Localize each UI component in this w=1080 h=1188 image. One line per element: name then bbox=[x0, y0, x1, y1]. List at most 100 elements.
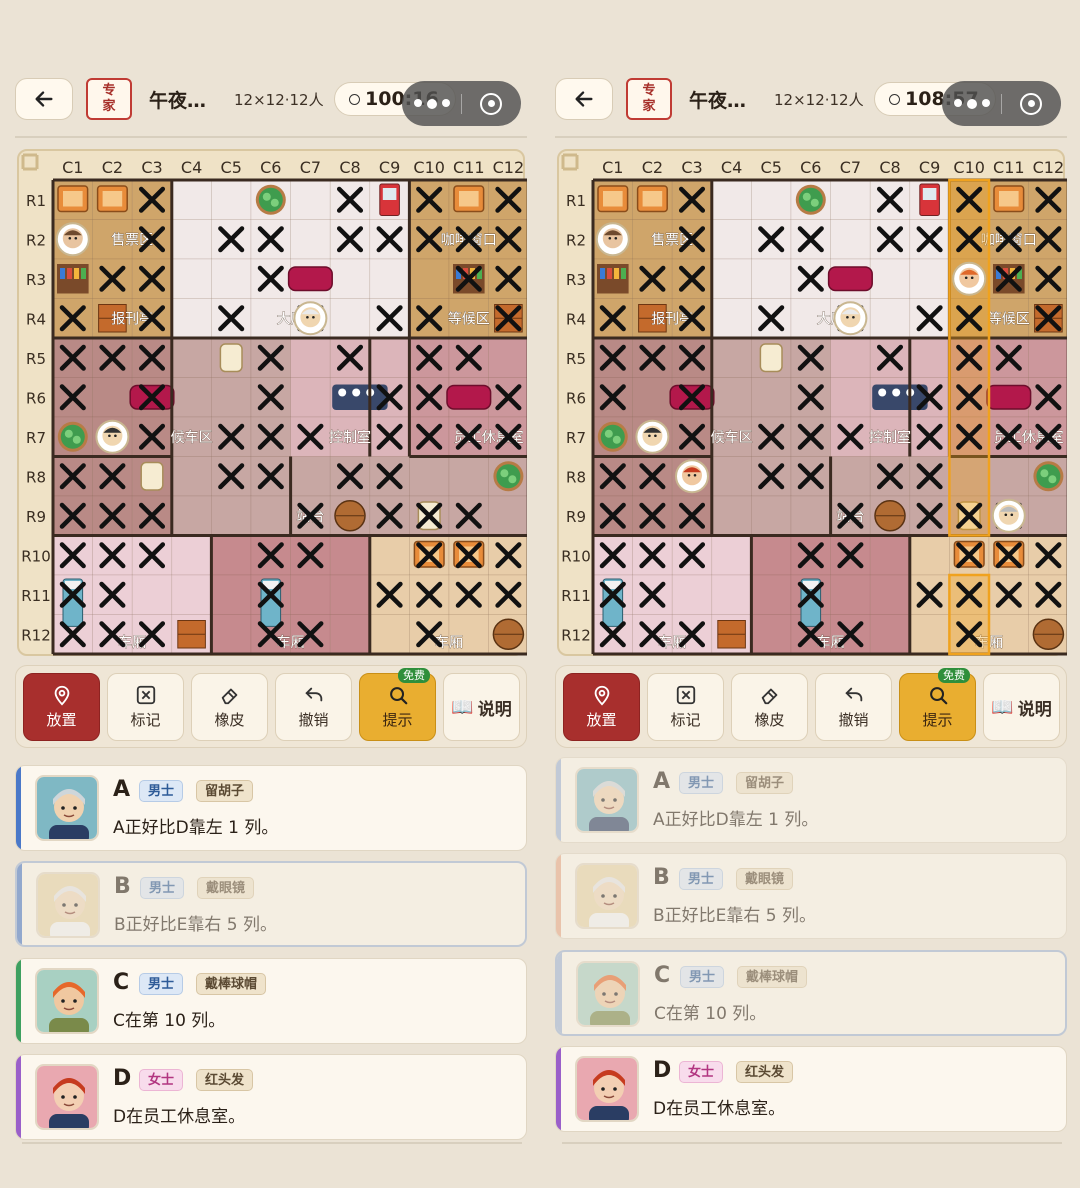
board-cell[interactable] bbox=[988, 456, 1029, 497]
person-token[interactable] bbox=[55, 222, 90, 257]
board-cell[interactable] bbox=[632, 377, 673, 418]
board-cell[interactable] bbox=[211, 574, 252, 615]
board-cell[interactable] bbox=[909, 258, 950, 299]
board-cell[interactable] bbox=[369, 614, 410, 655]
help-button[interactable]: 📖 说明 bbox=[443, 673, 520, 741]
board-cell[interactable] bbox=[830, 456, 871, 497]
board-cell[interactable] bbox=[171, 574, 212, 615]
board-cell[interactable] bbox=[171, 219, 212, 260]
hint-button[interactable]: 免费 提示 bbox=[899, 668, 976, 741]
board-cell[interactable] bbox=[290, 456, 331, 497]
eraser-button[interactable]: 橡皮 bbox=[191, 673, 268, 741]
person-token-c[interactable] bbox=[952, 261, 987, 296]
board-cell[interactable] bbox=[329, 535, 371, 576]
board-cell[interactable] bbox=[92, 377, 133, 418]
person-token[interactable] bbox=[95, 419, 130, 454]
board-cell[interactable] bbox=[711, 495, 752, 536]
board-cell[interactable] bbox=[211, 258, 252, 299]
clue-card[interactable]: A 男士 留胡子 A正好比D靠左 1 列。 bbox=[15, 765, 527, 851]
board-cell[interactable] bbox=[830, 337, 871, 378]
eraser-button[interactable]: 橡皮 bbox=[731, 673, 808, 741]
board-cell[interactable] bbox=[211, 179, 252, 220]
board-cell[interactable] bbox=[790, 495, 831, 536]
help-button[interactable]: 📖 说明 bbox=[983, 673, 1060, 741]
close-miniapp-button[interactable] bbox=[462, 92, 521, 115]
board-cell[interactable] bbox=[830, 377, 871, 418]
mark-button[interactable]: 标记 bbox=[647, 673, 724, 741]
board-cell[interactable] bbox=[211, 377, 252, 418]
place-button[interactable]: 放置 bbox=[563, 673, 640, 741]
close-miniapp-button[interactable] bbox=[1002, 92, 1061, 115]
mark-button[interactable]: 标记 bbox=[107, 673, 184, 741]
board-cell[interactable] bbox=[751, 535, 792, 576]
board-cell[interactable] bbox=[671, 574, 713, 615]
board-grid[interactable]: C1 C2 C3 C4 C5 C6 C7 C8 C9 C10 C11 C12 R1 R2 R3 R4 R5 R6 R… bbox=[559, 151, 1067, 658]
board-cell[interactable] bbox=[711, 179, 752, 220]
board-cell[interactable] bbox=[869, 258, 911, 299]
board-cell[interactable] bbox=[171, 377, 212, 418]
board-cell[interactable] bbox=[171, 337, 212, 378]
person-token[interactable] bbox=[293, 301, 328, 336]
clue-card[interactable]: C 男士 戴棒球帽 C在第 10 列。 bbox=[555, 950, 1067, 1036]
board-cell[interactable] bbox=[250, 495, 291, 536]
board-cell[interactable] bbox=[711, 456, 752, 497]
clue-card[interactable]: C 男士 戴棒球帽 C在第 10 列。 bbox=[15, 958, 527, 1044]
board-cell[interactable] bbox=[711, 298, 752, 339]
board-cell[interactable] bbox=[131, 574, 173, 615]
clue-card[interactable]: B 男士 戴眼镜 B正好比E靠右 5 列。 bbox=[555, 853, 1067, 939]
undo-button[interactable]: 撤销 bbox=[275, 673, 352, 741]
board-cell[interactable] bbox=[869, 298, 911, 339]
board-cell[interactable] bbox=[290, 219, 331, 260]
board-cell[interactable] bbox=[830, 179, 871, 220]
person-token[interactable] bbox=[595, 222, 630, 257]
board-cell[interactable] bbox=[488, 337, 527, 378]
board-cell[interactable] bbox=[329, 258, 371, 299]
more-icon[interactable] bbox=[942, 98, 1001, 109]
board-cell[interactable] bbox=[711, 219, 752, 260]
board-cell[interactable] bbox=[909, 614, 950, 655]
board-cell[interactable] bbox=[329, 298, 371, 339]
board-cell[interactable] bbox=[751, 377, 792, 418]
board-cell[interactable] bbox=[211, 535, 252, 576]
board-cell[interactable] bbox=[290, 574, 331, 615]
board-cell[interactable] bbox=[711, 535, 752, 576]
board-cell[interactable] bbox=[369, 258, 410, 299]
more-icon[interactable] bbox=[402, 98, 461, 109]
board-cell[interactable] bbox=[711, 574, 752, 615]
board-cell[interactable] bbox=[869, 574, 911, 615]
clue-card[interactable]: B 男士 戴眼镜 B正好比E靠右 5 列。 bbox=[15, 861, 527, 947]
board-cell[interactable] bbox=[1028, 495, 1067, 536]
board-cell[interactable] bbox=[290, 377, 331, 418]
board-cell[interactable] bbox=[409, 258, 450, 299]
board-cell[interactable] bbox=[830, 574, 871, 615]
board-cell[interactable] bbox=[329, 614, 371, 655]
board-cell[interactable] bbox=[409, 456, 450, 497]
board-cell[interactable] bbox=[869, 535, 911, 576]
clue-card[interactable]: A 男士 留胡子 A正好比D靠左 1 列。 bbox=[555, 757, 1067, 843]
clue-card[interactable]: D 女士 红头发 D在员工休息室。 bbox=[15, 1054, 527, 1140]
board-cell[interactable] bbox=[751, 574, 792, 615]
board-cell[interactable] bbox=[711, 377, 752, 418]
person-token[interactable] bbox=[991, 498, 1026, 533]
board-grid[interactable]: C1 C2 C3 C4 C5 C6 C7 C8 C9 C10 C11 C12 R1 R2 R3 R4 R5 R6 R… bbox=[19, 151, 527, 658]
board-cell[interactable] bbox=[488, 495, 527, 536]
person-token[interactable] bbox=[675, 459, 709, 494]
board-cell[interactable] bbox=[211, 495, 252, 536]
board-cell[interactable] bbox=[329, 574, 371, 615]
undo-button[interactable]: 撤销 bbox=[815, 673, 892, 741]
board-cell[interactable] bbox=[171, 258, 212, 299]
puzzle-board[interactable]: C1 C2 C3 C4 C5 C6 C7 C8 C9 C10 C11 C12 R1 R2 R3 R4 R5 R6 R… bbox=[557, 149, 1067, 658]
board-cell[interactable] bbox=[171, 179, 212, 220]
board-cell[interactable] bbox=[751, 258, 792, 299]
board-cell[interactable] bbox=[751, 179, 792, 220]
board-cell[interactable] bbox=[711, 337, 752, 378]
board-cell[interactable] bbox=[369, 337, 410, 378]
person-token[interactable] bbox=[833, 301, 868, 336]
back-button[interactable] bbox=[555, 78, 613, 120]
board-cell[interactable] bbox=[711, 258, 752, 299]
puzzle-board[interactable]: C1 C2 C3 C4 C5 C6 C7 C8 C9 C10 C11 C12 R1 R2 R3 R4 R5 R6 R… bbox=[17, 149, 527, 658]
place-button[interactable]: 放置 bbox=[23, 673, 100, 741]
board-cell[interactable] bbox=[869, 614, 911, 655]
back-button[interactable] bbox=[15, 78, 73, 120]
board-cell[interactable] bbox=[751, 614, 792, 655]
